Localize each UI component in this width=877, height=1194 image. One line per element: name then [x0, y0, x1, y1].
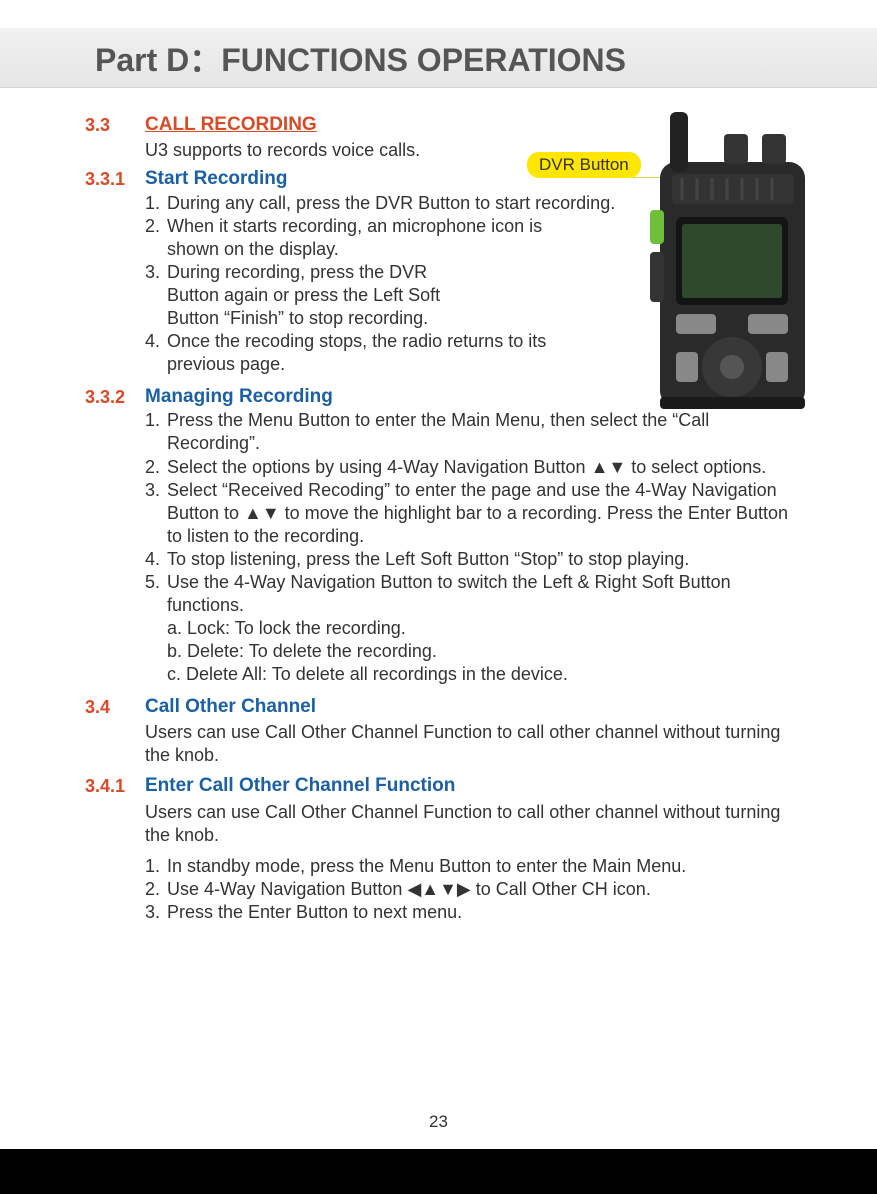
sub-item: b. Delete: To delete the recording. [167, 640, 802, 663]
sub-item: a. Lock: To lock the recording. [167, 617, 802, 640]
section-3-4-heading: 3.4 Call Other Channel [85, 696, 802, 719]
list-item: 4. To stop listening, press the Left Sof… [145, 548, 802, 571]
section-title: Managing Recording [145, 386, 333, 408]
section-title: Enter Call Other Channel Function [145, 775, 455, 797]
section-3-4-intro: Users can use Call Other Channel Functio… [145, 721, 802, 767]
list-item: 3. Press the Enter Button to next menu. [145, 901, 802, 924]
list-item: 5. Use the 4-Way Navigation Button to sw… [145, 571, 802, 617]
section-number: 3.3 [85, 114, 145, 137]
page-header-title: Part D：FUNCTIONS OPERATIONS [95, 35, 626, 81]
section-title: CALL RECORDING [145, 114, 317, 136]
sub-item: c. Delete All: To delete all recordings … [167, 663, 802, 686]
section-title: Start Recording [145, 168, 288, 190]
content-area: 3.3 CALL RECORDING U3 supports to record… [0, 110, 877, 924]
section-number: 3.4 [85, 696, 145, 719]
list-item: 2. When it starts recording, an micropho… [145, 215, 802, 261]
list-item: 1. In standby mode, press the Menu Butto… [145, 855, 802, 878]
section-3-3-heading: 3.3 CALL RECORDING [85, 114, 802, 137]
list-item: 2. Use 4-Way Navigation Button ◀▲▼▶ to C… [145, 878, 802, 901]
section-3-3-1-heading: 3.3.1 Start Recording [85, 168, 802, 191]
section-3-4-1-list: 1. In standby mode, press the Menu Butto… [145, 855, 802, 924]
page-header-bar: Part D：FUNCTIONS OPERATIONS [0, 28, 877, 88]
list-item: 4. Once the recoding stops, the radio re… [145, 330, 802, 376]
section-number: 3.3.1 [85, 168, 145, 191]
section-3-4-1-heading: 3.4.1 Enter Call Other Channel Function [85, 775, 802, 798]
section-title: Call Other Channel [145, 696, 316, 718]
section-number: 3.4.1 [85, 775, 145, 798]
list-item: 1. Press the Menu Button to enter the Ma… [145, 409, 802, 455]
list-item: 2. Select the options by using 4-Way Nav… [145, 456, 802, 479]
page-number: 23 [0, 1112, 877, 1132]
section-3-3-2-list: 1. Press the Menu Button to enter the Ma… [145, 409, 802, 685]
list-item: 3. During recording, press the DVR Butto… [145, 261, 802, 330]
section-number: 3.3.2 [85, 386, 145, 409]
list-item: 3. Select “Received Recoding” to enter t… [145, 479, 802, 548]
list-item: 1. During any call, press the DVR Button… [145, 192, 802, 215]
manual-page: Part D：FUNCTIONS OPERATIONS DVR Button [0, 0, 877, 1194]
section-3-3-2-heading: 3.3.2 Managing Recording [85, 386, 802, 409]
section-3-4-1-intro: Users can use Call Other Channel Functio… [145, 801, 802, 847]
page-footer-black-bar [0, 1149, 877, 1194]
section-3-3-1-list: 1. During any call, press the DVR Button… [145, 192, 802, 376]
section-3-3-intro: U3 supports to records voice calls. [145, 139, 802, 162]
